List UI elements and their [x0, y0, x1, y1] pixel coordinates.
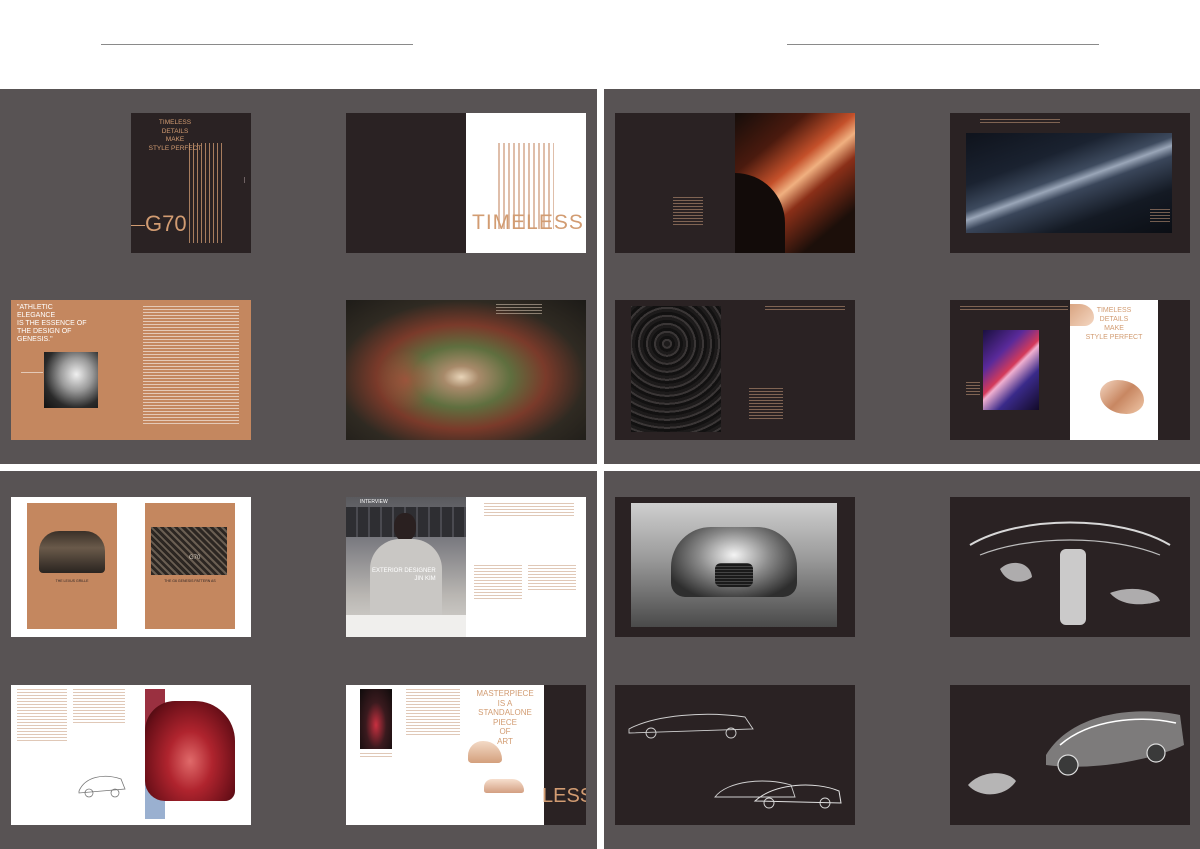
body-copy-col1	[17, 689, 67, 743]
page-timeless-g70: TIMELESS DETAILS MAKE STYLE PERFECT G70	[131, 113, 251, 253]
page-canyon-text	[615, 113, 735, 253]
desk	[346, 615, 466, 637]
page-marker	[244, 177, 245, 183]
interior-photo	[360, 689, 392, 749]
page-lexus-grille: THE LEXUS GRILLE	[11, 497, 131, 637]
page-genesis-pattern: G70 THE G6 GENESIS PATTERN AS	[131, 497, 251, 637]
page-leaves-photo	[615, 300, 735, 440]
blur-highlight	[376, 350, 436, 410]
header-rule-right	[787, 44, 1099, 45]
panel-top-right: TIMELESS DETAILS MAKE STYLE PERFECT	[604, 89, 1200, 464]
spread-timeless-word[interactable]: TIMELESS	[346, 113, 586, 253]
spread-grille[interactable]: THE LEXUS GRILLE G70 THE G6 GENESIS PATT…	[11, 497, 251, 637]
copper-car-sketch-small	[484, 779, 524, 793]
less-word: LESS	[542, 785, 586, 807]
panel-top-left: TIMELESS DETAILS MAKE STYLE PERFECT G70 …	[0, 89, 597, 464]
page-red-car-copy	[11, 685, 131, 825]
spread-red-car[interactable]	[11, 685, 251, 825]
spread-blur-photo[interactable]	[346, 300, 586, 440]
grille-photo	[151, 527, 227, 575]
spread-athletic-elegance[interactable]: "ATHLETIC ELEGANCE IS THE ESSENCE OF THE…	[11, 300, 251, 440]
body-copy-lines	[966, 382, 980, 397]
title-lines	[765, 306, 845, 312]
spread-car-sketch[interactable]	[950, 685, 1190, 825]
grille-caption-left: THE LEXUS GRILLE	[55, 579, 89, 583]
person-head	[394, 513, 416, 541]
light-trails-photo	[983, 330, 1039, 410]
page-timeless-white: TIMELESS	[466, 113, 586, 253]
body-copy-lines	[673, 197, 703, 227]
intro-lines	[484, 503, 574, 518]
model-name: G70	[131, 211, 187, 237]
g70-badge: G70	[189, 555, 201, 561]
side-copy-lines	[1150, 209, 1170, 224]
caption-lines	[360, 753, 392, 759]
page-masterpiece: MASTERPIECE IS A STANDALONE PIECE OF ART…	[466, 685, 586, 825]
canyon-shadow	[735, 173, 785, 253]
car-line-sketches	[628, 713, 842, 809]
page-timeless-details: TIMELESS DETAILS MAKE STYLE PERFECT	[1070, 300, 1190, 440]
overlay-text-lines	[496, 304, 542, 316]
caption-lines	[980, 119, 1060, 125]
body-copy-col2	[528, 565, 576, 592]
copper-part-graphic	[1100, 380, 1144, 414]
page-canyon-photo	[735, 113, 855, 253]
car-sketch	[78, 775, 126, 798]
body-copy-col1	[474, 565, 522, 601]
spread-interview[interactable]: INTERVIEW EXTERIOR DESIGNER JIN KIM	[346, 497, 586, 637]
leaves-photo	[631, 306, 721, 432]
page-red-car-photo	[131, 685, 251, 825]
timeless-word: TIMELESS	[472, 211, 584, 234]
spread-dark-leaves[interactable]	[615, 300, 855, 440]
body-copy-col2	[73, 689, 125, 725]
car-grille	[715, 563, 753, 587]
page-body-copy	[131, 300, 251, 440]
page-interview-copy	[466, 497, 586, 637]
spread-milky-way[interactable]	[950, 113, 1190, 253]
spread-light-trails[interactable]: TIMELESS DETAILS MAKE STYLE PERFECT	[950, 300, 1190, 440]
page-leaves-text	[735, 300, 855, 440]
header-rule-left	[101, 44, 413, 45]
panel-bottom-right	[604, 471, 1200, 849]
page-light-trails	[950, 300, 1070, 440]
quote-text: "ATHLETIC ELEGANCE IS THE ESSENCE OF THE…	[17, 304, 87, 343]
car-detail-photo	[44, 352, 98, 408]
night-sky-photo	[966, 133, 1172, 233]
red-car-render	[145, 701, 235, 801]
body-copy-lines	[143, 306, 239, 426]
interior-sketch	[969, 521, 1171, 625]
body-copy-col1	[406, 689, 460, 737]
spread-masterpiece[interactable]: MASTERPIECE IS A STANDALONE PIECE OF ART…	[346, 685, 586, 825]
title-lines	[960, 306, 1068, 312]
interview-label: INTERVIEW	[360, 499, 388, 505]
timeless-heading: TIMELESS DETAILS MAKE STYLE PERFECT	[148, 119, 202, 152]
panel-bottom-left: THE LEXUS GRILLE G70 THE G6 GENESIS PATT…	[0, 471, 597, 849]
car-front-photo	[39, 531, 105, 573]
caption-lines	[21, 372, 43, 375]
car-3q-sketch	[968, 711, 1184, 795]
interview-title: EXTERIOR DESIGNER JIN KIM	[372, 568, 436, 582]
spread-car-front[interactable]	[615, 497, 855, 637]
body-copy-lines	[749, 388, 783, 421]
spread-car-lines[interactable]	[615, 685, 855, 825]
spread-canyon[interactable]	[615, 113, 855, 253]
stripe-graphic	[189, 143, 223, 243]
spread-interior-sketch[interactable]	[950, 497, 1190, 637]
page-interview-photo: INTERVIEW EXTERIOR DESIGNER JIN KIM	[346, 497, 466, 637]
masterpiece-heading: MASTERPIECE IS A STANDALONE PIECE OF ART	[476, 689, 534, 746]
page-dark-blank	[346, 113, 466, 253]
page-interior-photo	[346, 685, 466, 825]
page-quote: "ATHLETIC ELEGANCE IS THE ESSENCE OF THE…	[11, 300, 131, 440]
spread-timeless-g70[interactable]: TIMELESS DETAILS MAKE STYLE PERFECT G70	[11, 113, 251, 253]
grille-caption-right: THE G6 GENESIS PATTERN AS	[164, 579, 216, 583]
